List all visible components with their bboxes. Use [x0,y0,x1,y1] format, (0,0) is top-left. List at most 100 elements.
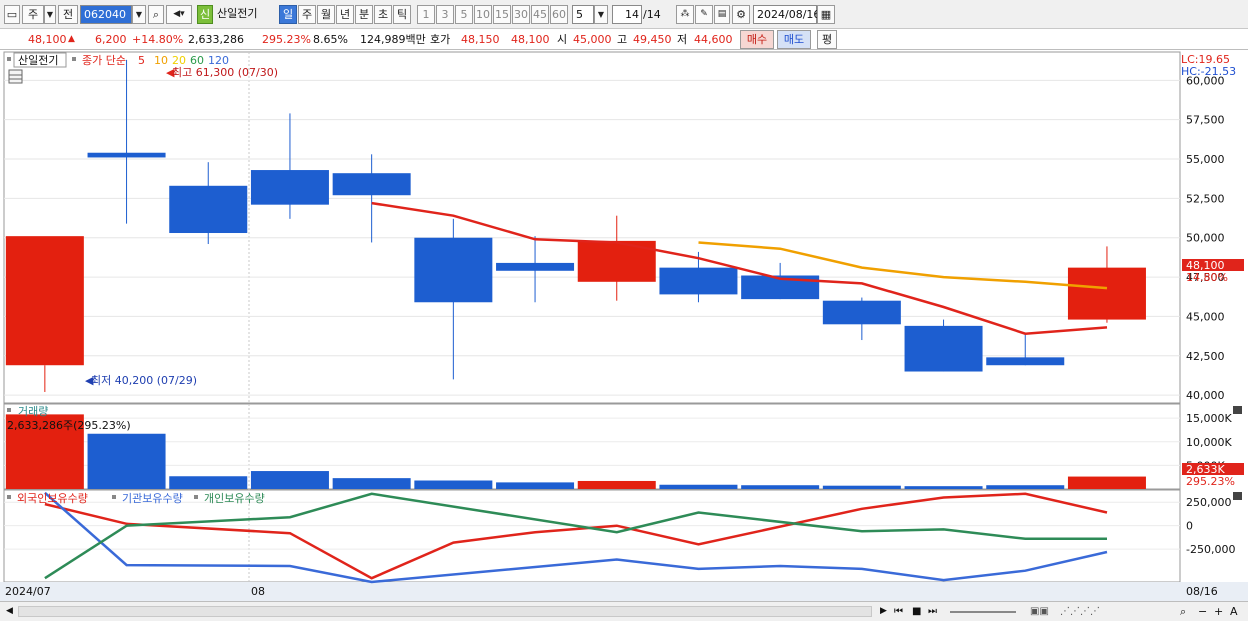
price-tick-label: 50,000 [1186,232,1225,245]
holdings-bullet-icon [194,495,198,499]
volume-bar [577,480,656,489]
window-icon[interactable]: ▭ [4,5,20,24]
zoom-slider[interactable] [950,611,1016,613]
volume-bar [250,471,329,489]
ask-price: 48,150 [461,33,500,46]
calendar-icon[interactable]: ▦ [817,5,835,24]
volume-bar [741,485,820,489]
market-select[interactable]: 주 [22,5,44,24]
stock-code-input[interactable]: 062040 [80,5,132,24]
volume-note: 2,633,286주(295.23%) [7,419,131,432]
ma-bullet-icon [72,57,76,61]
table-icon[interactable] [8,69,23,84]
price-change: 6,200 [95,33,127,46]
x-label-start: 2024/07 [5,585,51,598]
interval-button[interactable]: 5 [455,5,473,24]
high-label: 고 [617,33,628,46]
interval-input[interactable]: 5 [572,5,594,24]
save-icon[interactable]: ▤ [714,5,730,24]
buy-button[interactable]: 매수 [740,30,774,49]
stop-icon[interactable]: ■ [912,603,921,620]
candle-body [5,236,84,366]
zoom-icon[interactable]: ⌕ [1180,603,1186,620]
interval-button[interactable]: 10 [474,5,492,24]
zoom-out-icon[interactable]: − [1198,603,1207,620]
volume-bar [496,482,575,489]
chart-navigation: ◀ ▶ ⏮ ■ ⏭ ▣▣ ⋰⋰⋰⋰ ⌕ − + A [0,601,1248,621]
search-icon[interactable]: ⌕ [148,5,164,24]
candle-body [169,185,248,234]
compare-icon[interactable]: ⁂ [676,5,694,24]
bid-ask-label: 호가 [430,33,451,46]
interval-button[interactable]: 30 [512,5,530,24]
holdings-tick-label: 250,000 [1186,496,1232,509]
volume-bar [414,480,493,489]
ma-period-label: 5 [138,54,145,67]
period-tab[interactable]: 분 [355,5,373,24]
bid-price: 48,100 [511,33,550,46]
period-tab[interactable]: 주 [298,5,316,24]
market-dropdown-icon[interactable]: ▼ [44,5,56,24]
forward-icon[interactable]: ⏭ [928,603,937,620]
date-input[interactable]: 2024/08/16 [753,5,820,24]
price-change-pct: +14.80% [132,33,184,46]
holdings-panel-close-icon[interactable] [1233,492,1242,500]
volume-bar [87,433,166,489]
period-tab[interactable]: 월 [317,5,335,24]
volume-tick-label: 10,000K [1186,436,1232,449]
scroll-right-icon[interactable]: ▶ [880,603,887,620]
up-arrow-icon: ▲ [68,34,75,44]
current-price: 48,100 [28,33,67,46]
volume-pct-tag: 295.23% [1186,475,1235,488]
sell-button[interactable]: 매도 [777,30,811,49]
volume: 2,633,286 [188,33,244,46]
interval-button[interactable]: 3 [436,5,454,24]
current-pct-tag: 14.80% [1186,271,1228,284]
period-tab[interactable]: 초 [374,5,392,24]
type-select[interactable]: 전 [58,5,78,24]
period-tab[interactable]: 일 [279,5,297,24]
x-label-last: 08/16 [1186,585,1218,598]
zoom-in-icon[interactable]: + [1214,603,1223,620]
rewind-icon[interactable]: ⏮ [894,603,903,620]
candle-body [496,262,575,271]
price-tick-label: 57,500 [1186,114,1225,127]
stock-chart[interactable]: 60,00057,50055,00052,50050,00047,50045,0… [0,51,1248,601]
volume-bar [332,478,411,489]
speaker-icon[interactable]: ◀▾ [166,5,192,24]
holdings-bullet-icon [112,495,116,499]
candle-body [87,152,166,158]
interval-button[interactable]: 1 [417,5,435,24]
holdings-tick-label: -250,000 [1186,543,1235,556]
interval-button[interactable]: 15 [493,5,511,24]
avg-button[interactable]: 평 [817,30,837,49]
volume-bar [1067,476,1146,489]
gear-icon[interactable]: ⚙ [732,5,750,24]
period-tab[interactable]: 틱 [393,5,411,24]
interval-button[interactable]: 60 [550,5,568,24]
period-tab[interactable]: 년 [336,5,354,24]
volume-bar [822,485,901,489]
horizontal-scrollbar[interactable] [18,606,872,617]
holdings-series-label: 기관보유수량 [122,492,183,505]
x-axis-bar [0,582,1248,601]
draw-icon[interactable]: ✎ [695,5,713,24]
count-total: /14 [643,8,661,21]
volume-bullet-icon [7,408,11,412]
price-tick-label: 42,500 [1186,350,1225,363]
interval-button[interactable]: 45 [531,5,549,24]
code-dropdown-icon[interactable]: ▼ [132,5,146,24]
holdings-bullet-icon [7,495,11,499]
ma-label: 종가 단순 [82,54,126,67]
volume-panel-close-icon[interactable] [1233,406,1242,414]
auto-icon[interactable]: A [1230,603,1238,620]
scroll-left-icon[interactable]: ◀ [6,603,13,620]
price-tick-label: 40,000 [1186,389,1225,402]
tool-icons[interactable]: ⋰⋰⋰⋰ [1060,603,1100,620]
high-price: 49,450 [633,33,672,46]
candle-body [250,170,329,205]
layout-icon[interactable]: ▣▣ [1030,603,1049,620]
interval-dropdown-icon[interactable]: ▼ [594,5,608,24]
count-input[interactable]: 14 [612,5,642,24]
candle-body [332,173,411,196]
